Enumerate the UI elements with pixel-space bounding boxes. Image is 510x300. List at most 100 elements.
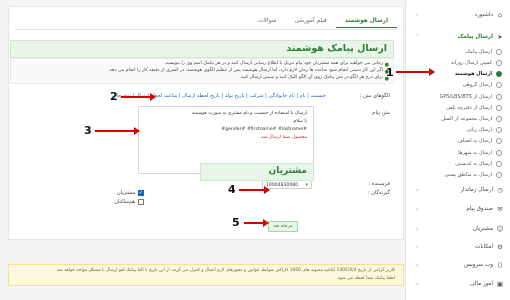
warning-line: کاربر گرامی از تاریخ 1402/4/4 ابلاغیه مص… bbox=[55, 268, 395, 273]
chevron-icon: ‹ bbox=[416, 280, 419, 288]
sidebar-item[interactable]: ➤ ارسال پیامک ˅ bbox=[410, 30, 510, 44]
sidebar-subitem-label: ارسال به شهرها bbox=[458, 149, 492, 156]
chevron-icon: ‹ bbox=[416, 225, 419, 233]
tab-smart-send[interactable]: ارسال هوشمند bbox=[335, 15, 397, 28]
radio-dot-icon bbox=[496, 93, 502, 100]
radio-dot-icon bbox=[496, 149, 502, 156]
checkbox-members-label: هم‌ساکنان bbox=[114, 199, 135, 205]
sidebar-subitem[interactable]: ارسال از دفترچه تلفن bbox=[418, 102, 510, 114]
sidebar-item-label: صندوق پیام bbox=[466, 206, 493, 212]
sidebar-subitem[interactable]: ارسال از GPS/LBS/BTS bbox=[418, 91, 510, 103]
tab-bar: ارسال هوشمند فیلم آموزشی سوالات bbox=[249, 15, 397, 28]
annotation-number: 3 bbox=[84, 124, 92, 137]
sender-label: فرستنده : bbox=[368, 181, 390, 187]
annotation-arrow bbox=[244, 219, 269, 227]
chevron-icon: ‹ bbox=[416, 205, 419, 213]
annotation-number: 2 bbox=[110, 90, 118, 103]
sidebar-item-label: امکانات bbox=[475, 244, 493, 250]
sidebar-item[interactable]: ✉ صندوق پیام ‹ bbox=[410, 202, 510, 216]
sidebar-item-label: ارسال زماندار bbox=[460, 187, 493, 193]
sidebar-subitem[interactable]: ارسال رباتی bbox=[418, 124, 510, 136]
sidebar-item[interactable]: ⟨⟩ وب سرویس ‹ bbox=[410, 258, 510, 272]
sidebar-item-label: داشبورد bbox=[474, 12, 493, 18]
sidebar-subitem[interactable]: ارسال به اصناف bbox=[418, 136, 510, 148]
warning-banner: کاربر گرامی از تاریخ 1402/4/4 ابلاغیه مص… bbox=[8, 264, 404, 286]
chevron-icon: ‹ bbox=[416, 261, 419, 269]
checkbox-members[interactable] bbox=[138, 199, 144, 205]
sidebar-subitem[interactable]: ارسال به شهرها bbox=[418, 147, 510, 159]
radio-dot-icon bbox=[496, 160, 502, 167]
sidebar-item[interactable]: ⌂ داشبورد ‹ bbox=[410, 8, 510, 22]
sidebar-subitem-label: ارسال به اصناف bbox=[457, 138, 492, 145]
chevron-icon: ‹ bbox=[416, 243, 419, 251]
sidebar-subitem-label: ارسال مجموعه از اکسل bbox=[441, 115, 492, 122]
info-line: زمانی می خواهید برای همه مشتریان خود پیا… bbox=[164, 61, 383, 66]
annotation-number: 1 bbox=[386, 66, 394, 79]
radio-dot-icon bbox=[496, 82, 502, 89]
page-title: ارسال پیامک هوشمند bbox=[286, 43, 387, 54]
checkbox-customers-label: مشتریان bbox=[117, 190, 135, 196]
receivers-label: گیرندگان : bbox=[367, 190, 390, 196]
sidebar-subitem-label: ارسال هوشمند bbox=[454, 71, 492, 78]
message-label: متن پیام bbox=[372, 110, 390, 116]
annotation-number: 5 bbox=[232, 216, 240, 229]
radio-dot-icon bbox=[496, 115, 502, 122]
clock-icon: ◷ bbox=[497, 186, 503, 194]
tags-label: الگوهای متن : bbox=[359, 93, 390, 99]
radio-dot-icon bbox=[496, 48, 502, 55]
annotation-arrow bbox=[95, 127, 140, 135]
home-icon: ⌂ bbox=[497, 11, 503, 19]
sidebar-item[interactable]: ⚙ امکانات ‹ bbox=[410, 240, 510, 254]
sidebar: ⌂ داشبورد ‹ ➤ ارسال پیامک ˅ ◷ ارسال زماندار ‹ ✉ صن… bbox=[405, 0, 510, 300]
annotation-arrow bbox=[396, 68, 435, 76]
next-step-button[interactable]: مرحله بعد bbox=[268, 221, 298, 232]
sidebar-subitem-label: ارسال به مناطق پستی bbox=[444, 171, 492, 178]
sidebar-subitem[interactable]: ارسال مجموعه از اکسل bbox=[418, 113, 510, 125]
chevron-icon: ‹ bbox=[416, 11, 419, 19]
sidebar-item-label: وب سرویس bbox=[464, 262, 493, 268]
checkbox-customers-row[interactable]: ✓ مشتریان bbox=[117, 190, 144, 196]
checkbox-members-row[interactable]: هم‌ساکنان bbox=[114, 199, 144, 205]
sidebar-subitem[interactable]: کمپین ارسال روزانه bbox=[418, 57, 510, 69]
sidebar-subitem[interactable]: ارسال گروهی bbox=[418, 80, 510, 92]
page-title-banner: ارسال پیامک هوشمند bbox=[10, 40, 394, 58]
message-line: محصول شما ارسال شد. bbox=[259, 135, 307, 140]
sidebar-subitem-label: ارسال گروهی bbox=[462, 82, 492, 89]
checkbox-customers[interactable]: ✓ bbox=[138, 190, 144, 196]
sidebar-subitem[interactable]: ارسال به کدپستی bbox=[418, 158, 510, 170]
sidebar-item-label: امور مالی bbox=[470, 281, 493, 287]
chevron-icon: ‹ bbox=[416, 186, 419, 194]
chevron-down-icon: ▾ bbox=[305, 182, 308, 188]
annotation-arrow bbox=[239, 186, 270, 194]
sender-value: 10004830080 bbox=[266, 183, 299, 188]
annotation-number: 4 bbox=[228, 183, 236, 196]
sidebar-item[interactable]: ☺ مشتریان ‹ bbox=[410, 222, 510, 236]
main-content: ارسال هوشمند فیلم آموزشی سوالات ارسال پی… bbox=[0, 0, 404, 300]
sidebar-subitem-label: ارسال از GPS/LBS/BTS bbox=[439, 93, 492, 100]
wallet-icon: ▣ bbox=[496, 280, 504, 288]
sidebar-item[interactable]: ◷ ارسال زماندار ‹ bbox=[410, 183, 510, 197]
radio-dot-icon bbox=[496, 104, 502, 111]
customers-title: مشتریان bbox=[268, 166, 307, 176]
sidebar-subitem-label: ارسال از دفترچه تلفن bbox=[446, 104, 492, 111]
sidebar-subitem[interactable]: ارسال پیامک bbox=[418, 46, 510, 58]
customers-banner: مشتریان bbox=[200, 163, 314, 181]
tab-tutorial-video[interactable]: فیلم آموزشی bbox=[285, 15, 335, 28]
tools-icon: ⚙ bbox=[497, 243, 503, 251]
sidebar-item-label: مشتریان bbox=[472, 226, 493, 232]
radio-dot-icon bbox=[496, 59, 502, 66]
sidebar-item[interactable]: ▣ امور مالی ‹ bbox=[410, 277, 510, 291]
sidebar-subitem-label: ارسال رباتی bbox=[466, 127, 492, 134]
message-line: ارسال با استفاده از جنسیت و نام مشتری به… bbox=[191, 111, 307, 116]
radio-dot-icon bbox=[496, 138, 502, 145]
radio-dot-icon bbox=[496, 171, 502, 178]
sidebar-subitem-label: ارسال پیامک bbox=[465, 48, 492, 55]
tab-divider bbox=[15, 29, 397, 30]
sidebar-subitem[interactable]: ارسال به مناطق پستی bbox=[418, 169, 510, 181]
info-line: اگر این کار دستی انجام شود ساعت ها زمان … bbox=[108, 68, 383, 73]
info-line: برای درج هر الگو در متن پیامک روی آن الگ… bbox=[239, 75, 383, 80]
sidebar-subitem-label: ارسال به کدپستی bbox=[455, 160, 492, 167]
tab-faq[interactable]: سوالات bbox=[249, 15, 285, 28]
sidebar-subitem-label: کمپین ارسال روزانه bbox=[450, 59, 492, 66]
chevron-icon: ˅ bbox=[416, 33, 419, 41]
